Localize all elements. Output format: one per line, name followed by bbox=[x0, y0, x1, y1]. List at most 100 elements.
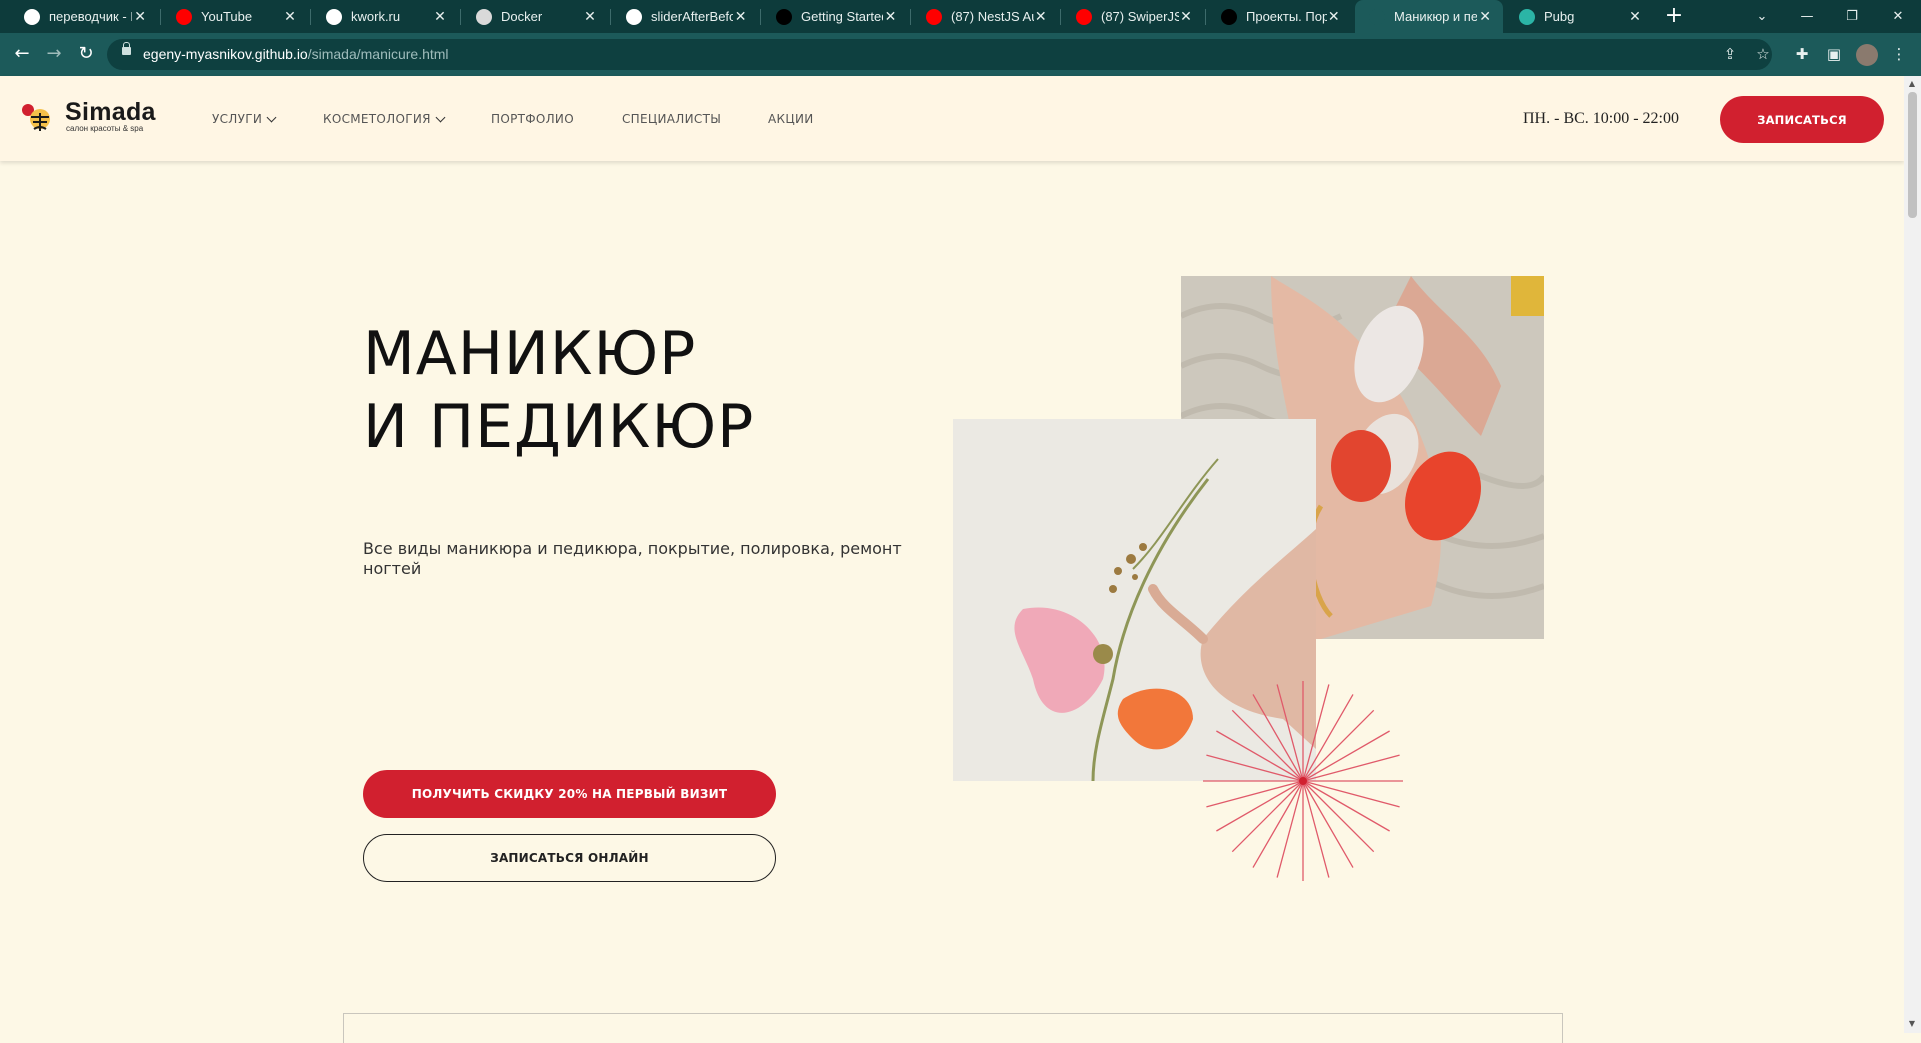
scroll-down-arrow[interactable]: ▼ bbox=[1907, 1020, 1917, 1028]
close-tab-icon[interactable]: ✕ bbox=[1179, 8, 1193, 25]
tab-separator bbox=[610, 9, 611, 25]
tab-search-icon[interactable]: ⌄ bbox=[1740, 0, 1784, 33]
browser-tab[interactable]: Проекты. Порт ✕ bbox=[1207, 0, 1351, 33]
tab-title: переводчик - I bbox=[49, 9, 133, 24]
close-tab-icon[interactable]: ✕ bbox=[1327, 8, 1342, 25]
close-window-button[interactable]: ✕ bbox=[1876, 0, 1920, 33]
lock-icon[interactable] bbox=[122, 42, 131, 55]
tab-title: kwork.ru bbox=[351, 9, 401, 24]
browser-tab[interactable]: sliderAfterBefor ✕ bbox=[612, 0, 758, 33]
close-tab-icon[interactable]: ✕ bbox=[282, 8, 298, 25]
tab-title: Pubg bbox=[1544, 9, 1575, 24]
close-tab-icon[interactable]: ✕ bbox=[132, 8, 148, 25]
nav-services-label: УСЛУГИ bbox=[212, 112, 263, 126]
chevron-down-icon bbox=[435, 112, 446, 122]
url-text[interactable]: egeny-myasnikov.github.io/simada/manicur… bbox=[143, 46, 449, 62]
scroll-up-arrow[interactable]: ▲ bbox=[1907, 80, 1917, 88]
close-tab-icon[interactable]: ✕ bbox=[733, 8, 748, 25]
minimize-button[interactable]: — bbox=[1785, 0, 1829, 33]
nextjs-icon bbox=[776, 8, 792, 25]
simada-icon bbox=[1369, 8, 1385, 25]
side-panel-icon[interactable]: ▣ bbox=[1823, 43, 1845, 65]
starburst-decoration bbox=[1203, 681, 1403, 881]
discount-button[interactable]: ПОЛУЧИТЬ СКИДКУ 20% НА ПЕРВЫЙ ВИЗИТ bbox=[363, 770, 776, 818]
logo-name[interactable]: Simada bbox=[65, 98, 156, 127]
tab-title: (87) NestJS Aut bbox=[951, 9, 1034, 24]
browser-tab[interactable]: Pubg ✕ bbox=[1505, 0, 1653, 33]
bookmark-star-icon[interactable]: ☆ bbox=[1752, 43, 1774, 65]
url-host: egeny-myasnikov.github.io bbox=[143, 46, 308, 62]
page-title-line-2: И ПЕДИКЮР bbox=[363, 392, 755, 462]
scrollbar-thumb[interactable] bbox=[1908, 92, 1917, 218]
pubg-icon bbox=[1519, 8, 1535, 25]
tab-title: (87) SwiperJS - bbox=[1101, 9, 1180, 24]
browser-tab[interactable]: переводчик - I ✕ bbox=[10, 0, 158, 33]
tab-separator bbox=[910, 9, 911, 25]
browser-tab[interactable]: kwork.ru ✕ bbox=[312, 0, 458, 33]
tab-title: sliderAfterBefor bbox=[651, 9, 734, 24]
tab-separator bbox=[760, 9, 761, 25]
tab-separator bbox=[1205, 9, 1206, 25]
page-scrollbar[interactable] bbox=[1904, 76, 1921, 1033]
restore-button[interactable]: ❐ bbox=[1830, 0, 1874, 33]
reload-icon[interactable]: ↻ bbox=[74, 42, 98, 66]
tab-title: Маникюр и пе bbox=[1394, 9, 1478, 24]
tab-separator bbox=[160, 9, 161, 25]
github-icon bbox=[626, 8, 642, 25]
extensions-icon[interactable]: ✚ bbox=[1791, 43, 1813, 65]
nav-portfolio[interactable]: ПОРТФОЛИО bbox=[491, 112, 574, 126]
starburst-ray bbox=[1206, 754, 1304, 782]
close-tab-icon[interactable]: ✕ bbox=[1627, 8, 1643, 25]
vercel-icon bbox=[1221, 8, 1237, 25]
browser-tab[interactable]: (87) SwiperJS -✕ bbox=[1062, 0, 1203, 33]
nav-cosmetology-label: КОСМЕТОЛОГИЯ bbox=[323, 112, 431, 126]
browser-tab[interactable]: YouTube ✕ bbox=[162, 0, 308, 33]
browser-tab[interactable]: Docker ✕ bbox=[462, 0, 608, 33]
google-icon bbox=[24, 8, 40, 25]
close-tab-icon[interactable]: ✕ bbox=[1477, 8, 1493, 25]
globe-icon bbox=[476, 8, 492, 25]
tab-separator bbox=[310, 9, 311, 25]
content-card bbox=[343, 1013, 1563, 1043]
header-signup-button[interactable]: ЗАПИСАТЬСЯ bbox=[1720, 96, 1884, 143]
url-path: /simada/manicure.html bbox=[307, 46, 449, 62]
page-title: МАНИКЮР И ПЕДИКЮР bbox=[363, 318, 754, 464]
chevron-down-icon bbox=[266, 112, 277, 122]
tab-separator bbox=[460, 9, 461, 25]
simada-logo-icon[interactable] bbox=[19, 101, 55, 137]
tab-title: Проекты. Порт bbox=[1246, 9, 1327, 24]
youtube-icon bbox=[176, 8, 192, 25]
forward-icon[interactable]: → bbox=[42, 42, 66, 66]
opening-hours: ПН. - ВС. 10:00 - 22:00 bbox=[1523, 110, 1679, 127]
starburst-ray bbox=[1206, 780, 1304, 808]
nav-specialists[interactable]: СПЕЦИАЛИСТЫ bbox=[622, 112, 721, 126]
starburst-ray bbox=[1276, 684, 1304, 782]
starburst-ray bbox=[1302, 780, 1330, 878]
tab-title: Docker bbox=[501, 9, 543, 24]
close-tab-icon[interactable]: ✕ bbox=[432, 8, 448, 25]
kwork-icon bbox=[326, 8, 342, 25]
nav-services[interactable]: УСЛУГИ bbox=[212, 112, 277, 126]
page-title-line-1: МАНИКЮР bbox=[363, 319, 697, 389]
close-tab-icon[interactable]: ✕ bbox=[1034, 8, 1049, 25]
tab-title: Getting Started bbox=[801, 9, 883, 24]
browser-tab[interactable]: Маникюр и пе ✕ bbox=[1355, 0, 1503, 33]
browser-tab[interactable]: (87) NestJS Aut ✕ bbox=[912, 0, 1058, 33]
starburst-ray bbox=[1302, 754, 1400, 782]
online-booking-button[interactable]: ЗАПИСАТЬСЯ ОНЛАЙН bbox=[363, 834, 776, 882]
new-tab-button[interactable]: + bbox=[1662, 4, 1686, 28]
share-icon[interactable]: ⇪ bbox=[1719, 43, 1741, 65]
back-icon[interactable]: ← bbox=[10, 42, 34, 66]
profile-avatar[interactable] bbox=[1856, 44, 1878, 66]
youtube-icon bbox=[1076, 8, 1092, 25]
close-tab-icon[interactable]: ✕ bbox=[582, 8, 598, 25]
tab-title: YouTube bbox=[201, 9, 253, 24]
nav-promotions[interactable]: АКЦИИ bbox=[768, 112, 814, 126]
starburst-ray bbox=[1302, 780, 1400, 808]
browser-tab[interactable]: Getting Started ✕ bbox=[762, 0, 908, 33]
menu-kebab-icon[interactable]: ⋮ bbox=[1888, 43, 1910, 65]
hero-description: Все виды маникюра и педикюра, покрытие, … bbox=[363, 539, 902, 578]
close-tab-icon[interactable]: ✕ bbox=[883, 8, 898, 25]
nav-cosmetology[interactable]: КОСМЕТОЛОГИЯ bbox=[323, 112, 446, 126]
starburst-ray bbox=[1302, 684, 1330, 782]
